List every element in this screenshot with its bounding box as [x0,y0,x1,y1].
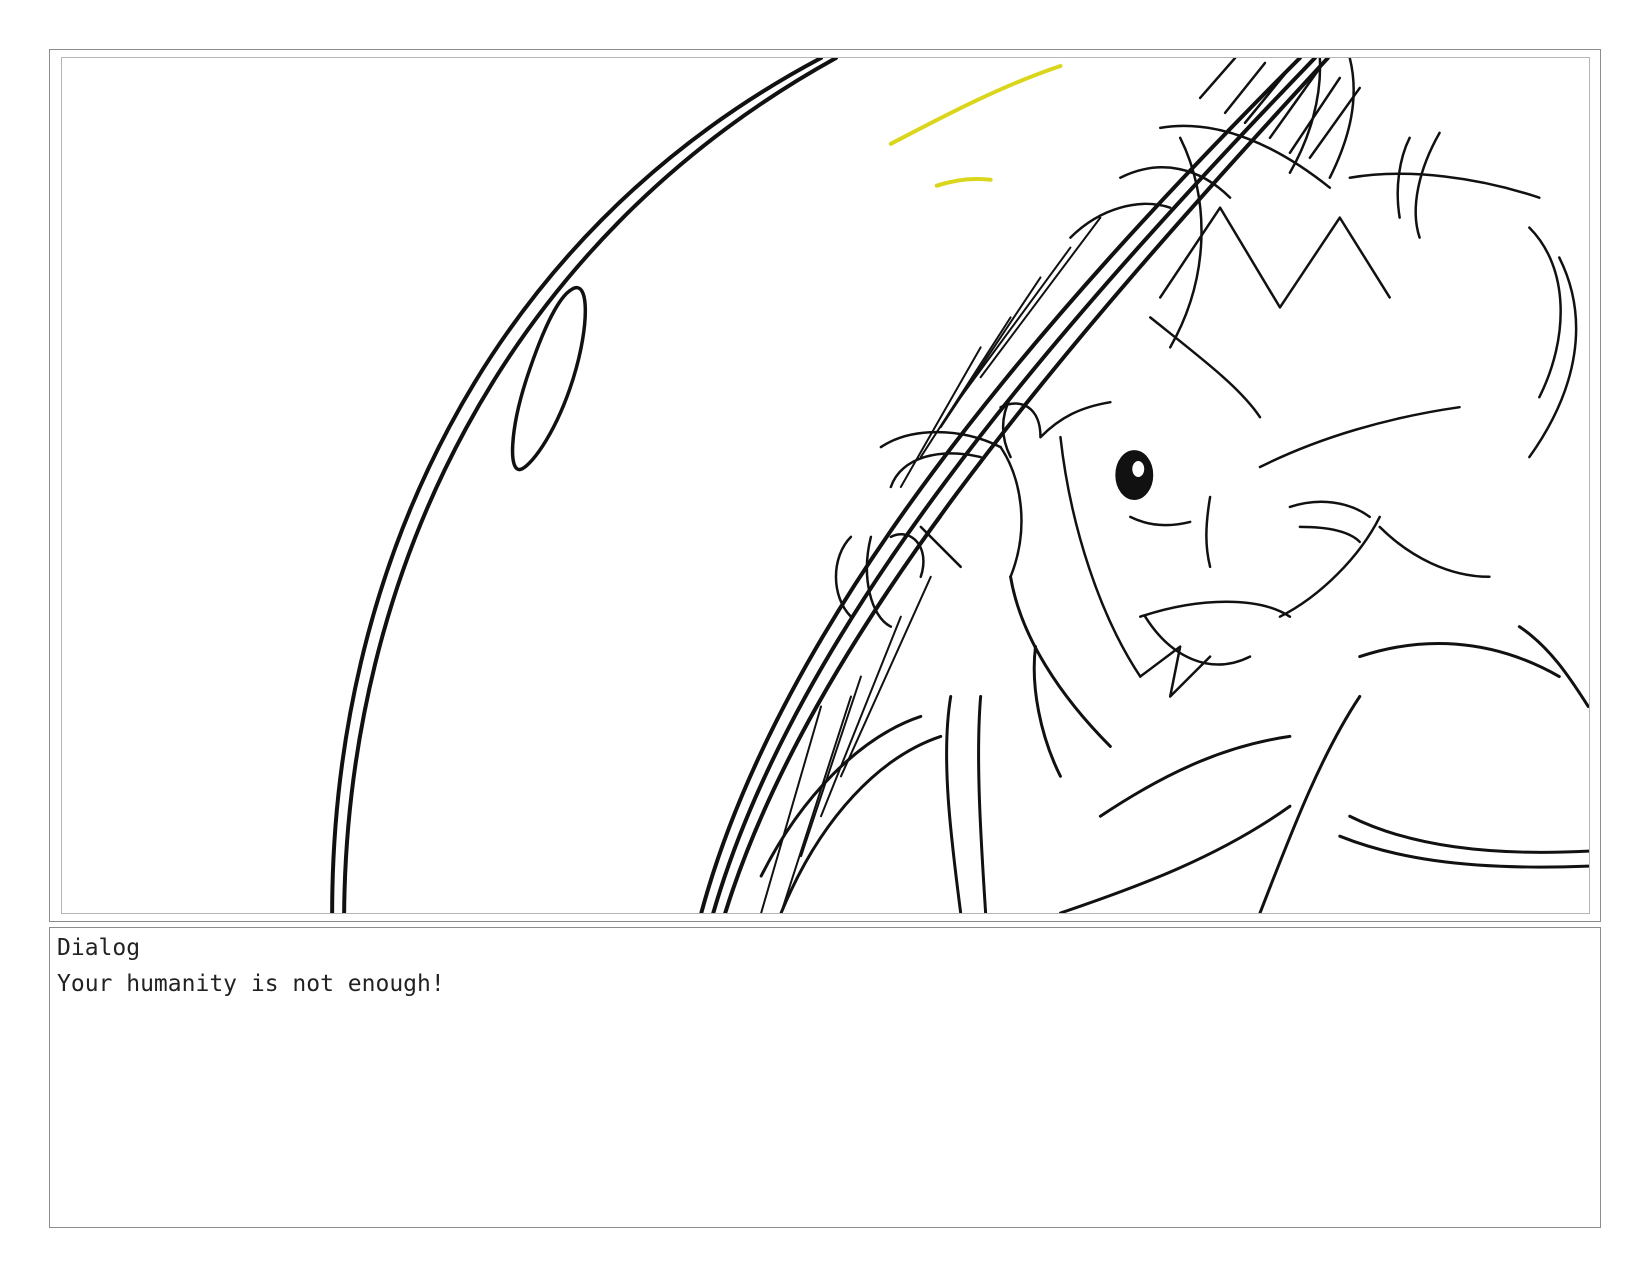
character-eye [1115,450,1154,500]
sphere-highlight [510,285,588,472]
dialog-label: Dialog [57,935,141,961]
storyboard-sketch [330,58,1589,913]
sphere-outline [330,58,1330,913]
character-body [759,575,1589,913]
dialog-box: Dialog Your humanity is not enough! [49,927,1601,1228]
speed-lines [760,216,1102,913]
motion-marks [888,63,1063,188]
dialog-text: Your humanity is not enough! [57,971,445,997]
storyboard-panel [61,57,1590,914]
